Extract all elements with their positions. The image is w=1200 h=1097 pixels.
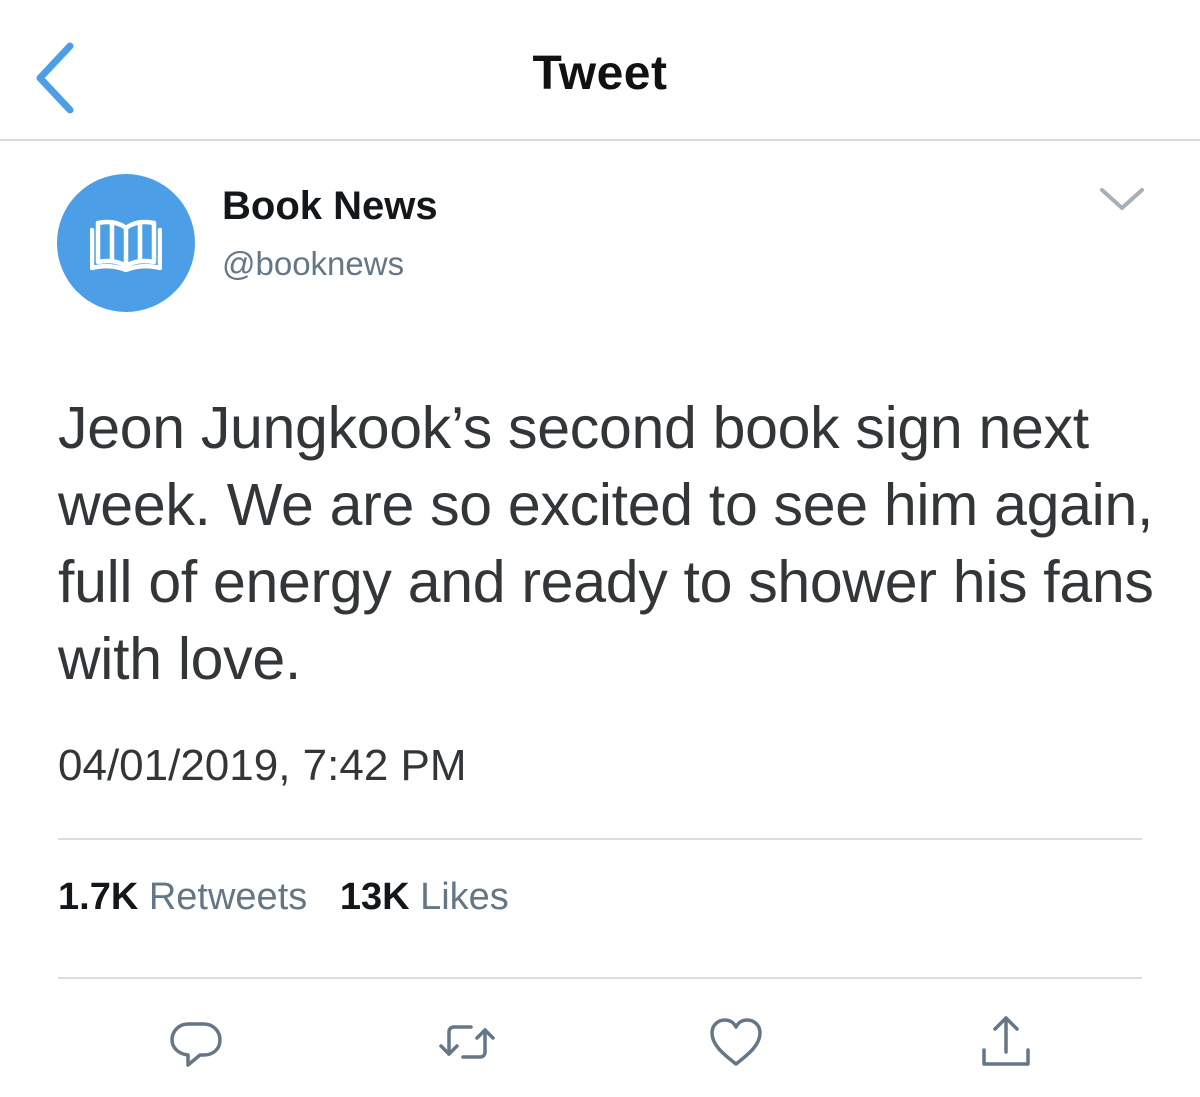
likes-count: 13K (339, 876, 410, 918)
page-title: Tweet (532, 47, 668, 100)
likes-stat[interactable]: 13K Likes (340, 876, 509, 919)
open-book-icon (90, 219, 162, 272)
reply-icon (170, 1022, 222, 1067)
heart-icon (710, 1018, 762, 1066)
navigation-bar: Tweet (0, 0, 1200, 141)
share-icon (982, 1016, 1030, 1066)
retweets-stat[interactable]: 1.7K Retweets (58, 876, 307, 919)
more-options-button[interactable] (1094, 180, 1150, 220)
author-display-name[interactable]: Book News (222, 184, 438, 229)
divider (58, 977, 1142, 979)
share-button[interactable] (976, 1012, 1036, 1072)
engagement-stats: 1.7K Retweets 13K Likes (58, 876, 509, 919)
retweets-count: 1.7K (58, 876, 139, 918)
retweet-button[interactable] (437, 1012, 497, 1072)
tweet-timestamp: 04/01/2019, 7:42 PM (58, 741, 467, 790)
likes-label: Likes (420, 876, 509, 918)
like-button[interactable] (706, 1012, 766, 1072)
chevron-down-icon (1100, 188, 1144, 210)
avatar[interactable] (57, 174, 195, 312)
tweet-text: Jeon Jungkook’s second book sign next we… (58, 395, 1154, 692)
retweets-label: Retweets (148, 876, 308, 918)
divider (58, 838, 1142, 840)
retweet-icon (439, 1025, 495, 1059)
author-handle: @booknews (222, 245, 405, 282)
reply-button[interactable] (166, 1012, 226, 1072)
